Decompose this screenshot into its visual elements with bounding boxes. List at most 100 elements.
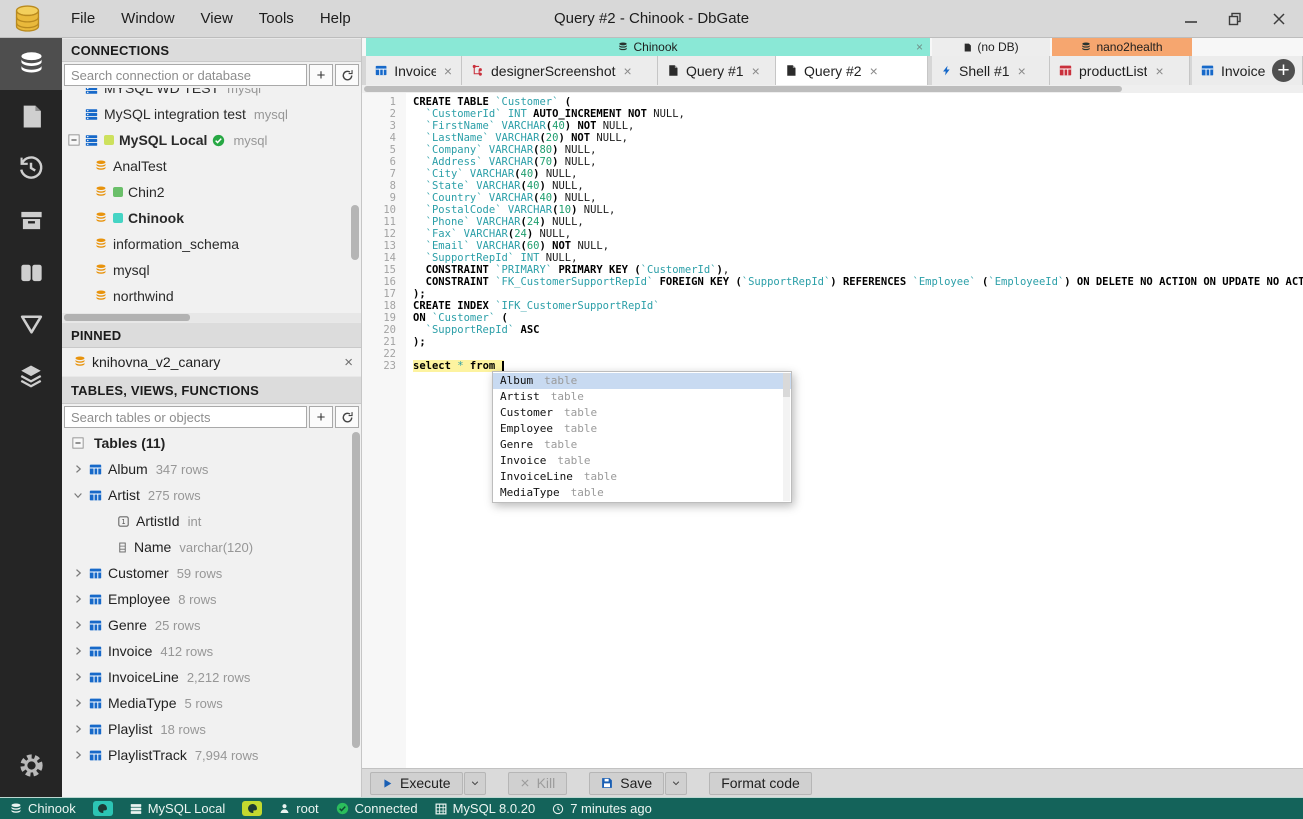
refresh-connections-icon[interactable] [335,64,359,86]
table-row[interactable]: Invoice 412 rows [62,638,361,664]
close-tab-icon[interactable]: × [1018,63,1026,79]
connections-header: CONNECTIONS [62,38,361,62]
save-dropdown-button[interactable] [665,771,688,795]
table-row[interactable]: Playlist 18 rows [62,716,361,742]
autocomplete-item[interactable]: InvoiceLine table [493,469,791,485]
autocomplete-item[interactable]: Album table [493,373,791,389]
new-tab-button[interactable]: + [1270,57,1297,84]
database-color-chip [113,187,123,197]
table-row[interactable]: Name varchar(120) [62,534,361,560]
connections-vertical-scrollbar[interactable] [351,205,359,260]
menu-item[interactable]: Help [307,0,364,37]
close-tab-icon[interactable]: × [870,63,878,79]
pinned-item[interactable]: knihovna_v2_canary × [62,348,361,376]
connection-color-swatch[interactable] [242,801,263,816]
refresh-tables-icon[interactable] [335,406,359,428]
table-row[interactable]: Album 347 rows [62,456,361,482]
autocomplete-item[interactable]: MediaType table [493,485,791,501]
tab-group-label: Chinook [633,40,678,54]
history-icon[interactable] [0,142,62,194]
tab[interactable]: Query #1 × [658,56,776,85]
tab[interactable]: productList × [1050,56,1190,85]
connections-horizontal-scrollbar[interactable] [62,313,361,322]
minimize-button[interactable] [1183,11,1199,27]
table-row[interactable]: Customer 59 rows [62,560,361,586]
tables-vertical-scrollbar[interactable] [352,432,360,748]
table-row[interactable]: 1 ArtistId int [62,508,361,534]
table-row[interactable]: Tables (11) [62,430,361,456]
connection-row[interactable]: mysql [62,257,361,283]
connection-row[interactable]: northwind [62,283,361,309]
connection-row[interactable]: information_schema [62,231,361,257]
connection-row[interactable]: MYSQL WD TEST mysql [62,88,361,101]
unpin-close-icon[interactable]: × [344,354,353,371]
table-label: PlaylistTrack [108,747,187,763]
menu-item[interactable]: View [188,0,246,37]
tab[interactable]: Shell #1 × [932,56,1050,85]
database-icon [11,803,21,813]
menu-item[interactable]: Tools [246,0,307,37]
table-row[interactable]: InvoiceLine 2,212 rows [62,664,361,690]
add-connection-button[interactable]: + [309,64,333,86]
table-icon [89,749,102,762]
close-group-icon[interactable]: × [916,41,923,53]
autocomplete-item[interactable]: Employee table [493,421,791,437]
tab[interactable]: designerScreenshot × [462,56,658,85]
status-user[interactable]: root [279,801,319,816]
execute-dropdown-button[interactable] [463,771,486,795]
tables-search-input[interactable] [64,406,307,428]
table-icon [89,723,102,736]
save-button[interactable]: Save [589,771,665,795]
connection-row[interactable]: Chin2 [62,179,361,205]
table-row[interactable]: Artist 275 rows [62,482,361,508]
status-server[interactable]: MySQL Local [130,801,225,816]
tab-group-header[interactable]: nano2health [1052,38,1192,56]
close-tab-icon[interactable]: × [1155,63,1163,79]
autocomplete-item[interactable]: Invoice table [493,453,791,469]
autocomplete-item[interactable]: Customer table [493,405,791,421]
table-row[interactable]: Employee 8 rows [62,586,361,612]
database-color-swatch[interactable] [92,801,113,816]
connection-label: northwind [113,288,174,304]
menu-item[interactable]: File [58,0,108,37]
settings-gear-icon[interactable] [0,739,62,791]
autocomplete-name: InvoiceLine [500,470,573,483]
file-icon[interactable] [0,90,62,142]
add-table-button[interactable]: + [309,406,333,428]
close-button[interactable] [1271,11,1287,27]
database-icon [95,264,107,276]
table-row[interactable]: Genre 25 rows [62,612,361,638]
execute-button[interactable]: Execute [370,771,463,795]
table-icon [375,65,387,76]
connection-engine: mysql [227,88,262,96]
filter-icon[interactable] [0,298,62,350]
chevron-right-icon [76,569,82,577]
archive-icon[interactable] [0,194,62,246]
menu-item[interactable]: Window [108,0,187,37]
connection-row[interactable]: MySQL Local mysql [62,127,361,153]
connection-row[interactable]: MySQL integration test mysql [62,101,361,127]
close-tab-icon[interactable]: × [752,63,760,79]
sql-editor[interactable]: 1 2 3 4 5 6 7 8 9 10 11 12 13 14 15 16 17 18 19 20 21 22 23 CR… [362,93,1303,768]
table-row[interactable]: PlaylistTrack 7,994 rows [62,742,361,768]
tab[interactable]: Invoice × [366,56,462,85]
table-row[interactable]: MediaType 5 rows [62,690,361,716]
status-database[interactable]: Chinook [10,801,76,816]
tab-group-header[interactable]: Chinook × [366,38,930,56]
autocomplete-item[interactable]: Genre table [493,437,791,453]
connections-search-input[interactable] [64,64,307,86]
close-tab-icon[interactable]: × [444,63,452,79]
autocomplete-scrollbar[interactable] [783,373,790,501]
database-icon[interactable] [0,38,62,90]
close-tab-icon[interactable]: × [624,63,632,79]
layers-icon[interactable] [0,350,62,402]
tab-group-header[interactable]: (no DB) [932,38,1050,56]
autocomplete-item[interactable]: Artist table [493,389,791,405]
tab-scrollbar[interactable] [362,85,1303,93]
format-code-button[interactable]: Format code [709,771,812,795]
tab[interactable]: Query #2 × [776,56,928,85]
book-icon[interactable] [0,246,62,298]
restore-button[interactable] [1227,11,1243,27]
connection-row[interactable]: Chinook [62,205,361,231]
connection-row[interactable]: AnalTest [62,153,361,179]
